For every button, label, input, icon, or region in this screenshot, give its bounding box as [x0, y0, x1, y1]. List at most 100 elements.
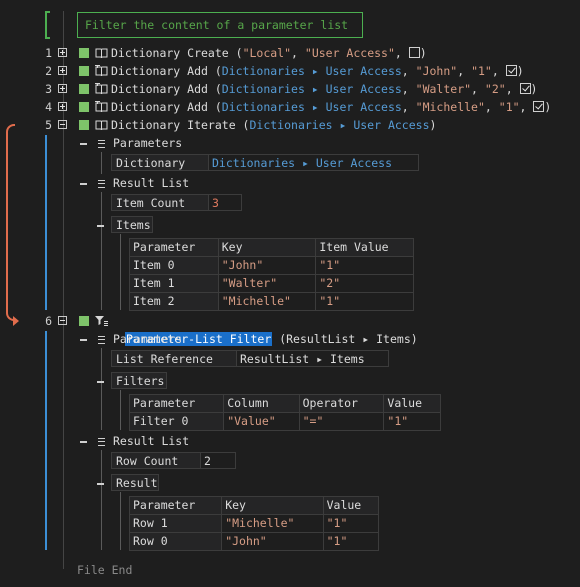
dictionary-add-icon — [95, 101, 108, 113]
table-row[interactable]: Filter 0 "Value" "=" "1" — [128, 412, 441, 431]
collapse-toggle[interactable] — [58, 120, 67, 129]
boolean-checkbox[interactable] — [533, 101, 545, 112]
result-table: Parameter Key Value Row 1 "Michelle" "1" Row 0… — [128, 496, 380, 551]
variable-reference: Dictionaries ▸ User Access — [221, 100, 402, 114]
row-count-value[interactable]: 2 — [200, 452, 236, 469]
breakpoint-square[interactable] — [79, 84, 89, 94]
line-number: 5 — [45, 118, 52, 132]
collapse-result-list-1[interactable] — [80, 183, 87, 185]
boolean-checkbox[interactable] — [519, 83, 531, 94]
table-cell: Item 0 — [129, 256, 219, 275]
table-row[interactable]: Item 1 "Walter" "2" — [129, 274, 414, 293]
code-line[interactable]: Dictionary Add (Dictionaries ▸ User Acce… — [111, 80, 537, 98]
breakpoint-square[interactable] — [79, 316, 89, 326]
boolean-checkbox[interactable] — [505, 65, 517, 76]
expand-toggle[interactable] — [58, 84, 67, 93]
items-table: Parameter Key Item Value Item 0 "John" "1" Ite… — [129, 238, 414, 311]
indent-guide — [120, 234, 121, 310]
block-bar-iterate — [45, 135, 47, 310]
table-row[interactable]: Row 1 "Michelle" "1" — [128, 514, 380, 533]
string-literal: "1" — [498, 100, 520, 114]
column-header: Parameter — [128, 394, 225, 413]
dictionary-label: Dictionary — [111, 154, 209, 171]
list-reference-value[interactable]: ResultList ▸ Items — [236, 350, 389, 367]
table-cell: Filter 0 — [128, 412, 225, 431]
line-number: 2 — [45, 64, 52, 78]
code-text: , — [491, 64, 506, 78]
collapse-result[interactable] — [97, 483, 104, 485]
dictionary-value[interactable]: Dictionaries ▸ User Access — [208, 154, 419, 171]
column-header: Key — [221, 496, 324, 515]
expand-toggle[interactable] — [58, 48, 67, 57]
table-cell: "Value" — [223, 412, 300, 431]
collapse-items[interactable] — [97, 225, 104, 227]
table-cell: "1" — [315, 292, 414, 311]
collapse-filters[interactable] — [97, 381, 104, 383]
result-label: Result — [111, 474, 159, 491]
parameters-label-2: Parameters — [113, 332, 183, 346]
column-header: Column — [223, 394, 300, 413]
code-text: , — [471, 82, 485, 96]
code-text: , — [291, 46, 305, 60]
table-cell: "John" — [221, 532, 324, 551]
table-cell: "1" — [322, 514, 380, 533]
collapse-toggle[interactable] — [58, 316, 67, 325]
code-line[interactable]: Dictionary Create ("Local", "User Access… — [111, 44, 427, 62]
indent-guide — [120, 492, 121, 550]
comment-bracket — [45, 11, 50, 39]
collapse-result-list-2[interactable] — [80, 441, 87, 443]
table-row[interactable]: Item 0 "John" "1" — [129, 256, 414, 275]
column-header: Item Value — [315, 238, 414, 257]
dictionary-add-icon — [95, 83, 108, 95]
table-cell: Item 1 — [129, 274, 219, 293]
list-icon — [98, 336, 105, 344]
file-indent-guide — [63, 11, 64, 569]
indent-guide — [120, 390, 121, 430]
indent-guide — [101, 450, 102, 550]
string-literal: "John" — [415, 64, 458, 78]
line-number: 6 — [45, 314, 52, 328]
table-header-row: Parameter Key Item Value — [129, 238, 414, 257]
expand-toggle[interactable] — [58, 102, 67, 111]
table-row[interactable]: Row 0 "John" "1" — [128, 532, 380, 551]
code-text: , — [401, 82, 416, 96]
filter-args: (ResultList ▸ Items) — [272, 332, 418, 346]
breakpoint-square[interactable] — [79, 48, 89, 58]
filter-icon — [95, 316, 108, 326]
line-number: 4 — [45, 100, 52, 114]
parameters-label-1: Parameters — [113, 136, 183, 150]
boolean-checkbox[interactable] — [408, 47, 420, 58]
code-text: Dictionary Add ( — [111, 100, 222, 114]
filter-title[interactable]: Parameter-List Filter (ResultList ▸ Item… — [111, 312, 418, 346]
comment-box[interactable]: Filter the content of a parameter list — [77, 12, 363, 38]
collapse-parameters-1[interactable] — [80, 143, 87, 145]
table-row[interactable]: Item 2 "Michelle" "1" — [129, 292, 414, 311]
table-cell: Row 1 — [128, 514, 223, 533]
variable-reference: Dictionaries ▸ User Access — [221, 82, 402, 96]
collapse-parameters-2[interactable] — [80, 339, 87, 341]
code-text: ) — [429, 118, 437, 132]
table-cell: "=" — [298, 412, 385, 431]
item-count-value[interactable]: 3 — [208, 194, 242, 211]
close-paren: ) — [544, 100, 552, 114]
table-cell: "Michelle" — [217, 292, 317, 311]
breakpoint-square[interactable] — [79, 102, 89, 112]
close-paren: ) — [516, 64, 524, 78]
dictionary-icon — [95, 48, 108, 59]
code-line[interactable]: Dictionary Add (Dictionaries ▸ User Acce… — [111, 98, 551, 116]
column-header: Value — [383, 394, 441, 413]
breakpoint-square[interactable] — [79, 120, 89, 130]
column-header: Operator — [298, 394, 385, 413]
row-count-label: Row Count — [111, 452, 201, 469]
code-line[interactable]: Dictionary Add (Dictionaries ▸ User Acce… — [111, 62, 524, 80]
table-header-row: Parameter Key Value — [128, 496, 380, 515]
code-line[interactable]: Dictionary Iterate (Dictionaries ▸ User … — [111, 116, 436, 134]
indent-guide — [101, 192, 102, 310]
code-text: Dictionary Add ( — [111, 82, 222, 96]
breakpoint-square[interactable] — [79, 66, 89, 76]
code-text: Dictionary Create ( — [111, 46, 243, 60]
expand-toggle[interactable] — [58, 66, 67, 75]
table-cell: "1" — [383, 412, 441, 431]
string-literal: "2" — [484, 82, 506, 96]
code-text: , — [484, 100, 499, 114]
